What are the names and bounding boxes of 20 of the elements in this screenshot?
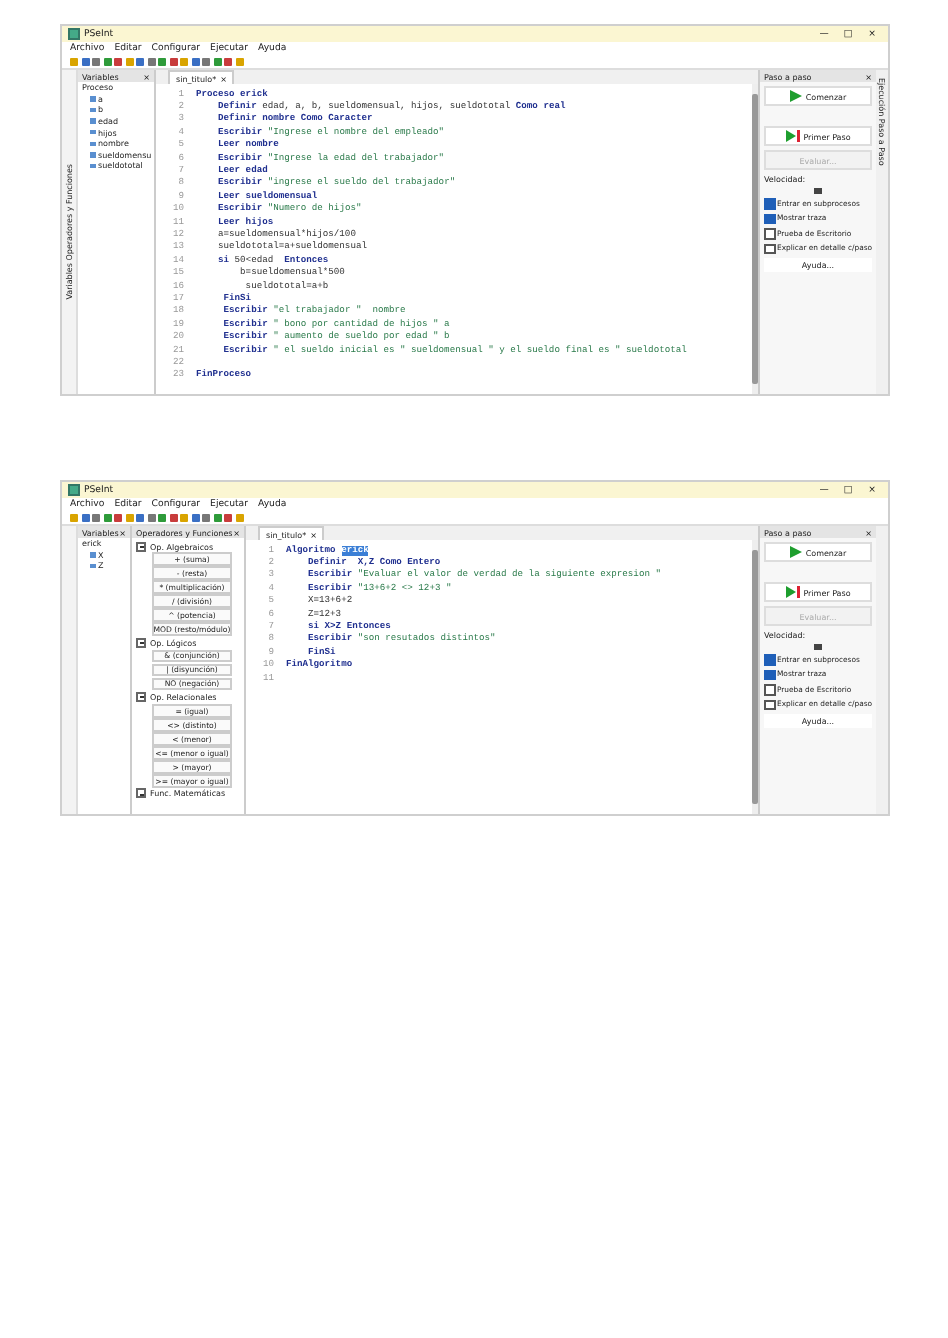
scroll-bar[interactable] [752, 540, 758, 814]
checkbox[interactable] [764, 243, 775, 254]
collapse-toggle[interactable] [136, 788, 146, 799]
checkbox[interactable] [764, 699, 775, 710]
collapse-toggle[interactable] [136, 692, 146, 703]
checkbox[interactable] [764, 684, 775, 695]
play-icon [789, 546, 802, 558]
step-icon [785, 586, 800, 598]
checkbox[interactable] [764, 669, 775, 680]
checkbox[interactable] [764, 198, 775, 209]
checkbox[interactable] [764, 228, 775, 239]
collapse-toggle[interactable] [136, 637, 146, 648]
app-icon [68, 28, 80, 40]
collapse-toggle[interactable] [136, 541, 146, 551]
checkbox[interactable] [764, 654, 775, 665]
play-icon [789, 90, 802, 102]
scroll-bar[interactable] [752, 84, 758, 394]
step-icon [785, 130, 800, 142]
checkbox[interactable] [764, 213, 775, 224]
app-icon [68, 484, 80, 496]
